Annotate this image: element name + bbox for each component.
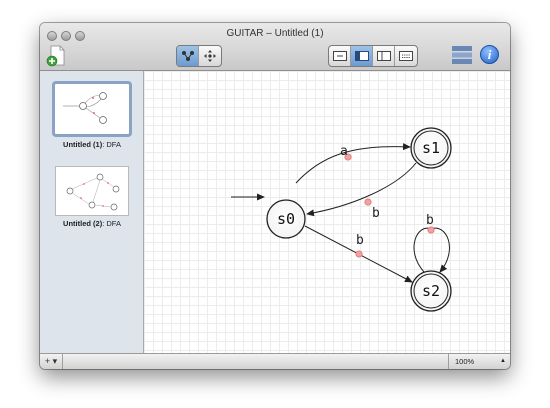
view-layout-1-button[interactable]: [329, 46, 351, 66]
layout-sidebar-icon: [354, 51, 369, 61]
state-s0[interactable]: s0: [266, 199, 306, 239]
transition-label: b: [372, 206, 380, 221]
state-label: s0: [277, 210, 295, 228]
new-document-icon[interactable]: [46, 45, 68, 67]
document-type: : DFA: [102, 219, 121, 228]
select-arrows-icon: ▲▼: [500, 358, 506, 364]
automaton-thumbnail: [55, 166, 129, 216]
layout-grid-icon: [399, 51, 413, 61]
toolbar: GUITAR – Untitled (1) i: [40, 23, 510, 71]
state-label: s1: [422, 139, 440, 157]
app-window: GUITAR – Untitled (1) i Untitled (1): DF…: [40, 23, 510, 369]
view-mode-segmented-control: [328, 45, 418, 67]
automaton-canvas[interactable]: a b b b s0 s1 s2: [144, 71, 510, 353]
window-title: GUITAR – Untitled (1): [226, 28, 324, 39]
state-s2[interactable]: s2: [410, 270, 452, 312]
view-layout-4-button[interactable]: [395, 46, 417, 66]
document-sidebar: Untitled (1): DFA Untitled (2): DFA: [40, 71, 144, 353]
transition-s1-s0[interactable]: [306, 162, 417, 217]
transition-label: b: [356, 233, 364, 248]
automaton-graph: a b b b s0 s1 s2: [231, 127, 452, 312]
move-arrows-icon: [204, 50, 216, 62]
tool-mode-segmented-control: [176, 45, 222, 67]
sidebar-item-untitled-2[interactable]: Untitled (2): DFA: [40, 166, 144, 228]
transition-s0-s1[interactable]: [295, 143, 411, 184]
document-name: Untitled (2): [63, 219, 103, 228]
select-nodes-tool-button[interactable]: [177, 46, 199, 66]
state-s1[interactable]: s1: [410, 127, 452, 169]
layout-split-icon: [332, 51, 347, 61]
zoom-value: 100%: [455, 357, 475, 366]
transition-s2-s2[interactable]: [413, 227, 450, 273]
transition-label: b: [426, 213, 434, 228]
transition-handle[interactable]: [364, 198, 372, 206]
transition-label: a: [340, 144, 348, 159]
document-type: : DFA: [102, 140, 121, 149]
sidebar-item-untitled-1[interactable]: Untitled (1): DFA: [40, 81, 144, 149]
view-layout-2-button[interactable]: [351, 46, 373, 66]
status-bar: + ▾ 100% ▲▼: [40, 353, 510, 369]
automaton-thumbnail: [52, 81, 132, 137]
info-button[interactable]: i: [480, 45, 499, 64]
zoom-select[interactable]: 100% ▲▼: [448, 354, 510, 369]
add-document-button[interactable]: + ▾: [40, 354, 63, 369]
state-label: s2: [422, 282, 440, 300]
move-canvas-tool-button[interactable]: [199, 46, 221, 66]
view-layout-3-button[interactable]: [373, 46, 395, 66]
inspector-toggle-icon[interactable]: [452, 46, 472, 64]
transition-handle[interactable]: [355, 250, 363, 258]
document-name: Untitled (1): [63, 140, 103, 149]
layout-columns-icon: [376, 51, 391, 61]
node-graph-icon: [181, 51, 194, 61]
